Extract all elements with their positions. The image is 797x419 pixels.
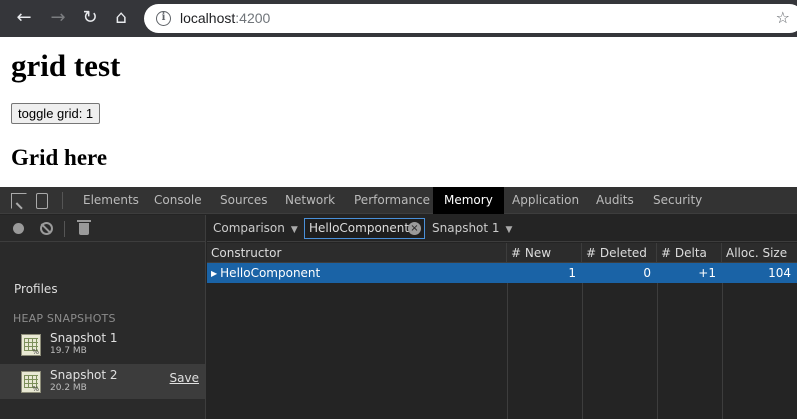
column-divider <box>507 283 508 419</box>
heap-snapshots-header: HEAP SNAPSHOTS <box>13 312 116 325</box>
snapshot-name: Snapshot 2 <box>50 368 118 382</box>
base-snapshot-select[interactable]: Snapshot 1 ▼ <box>432 221 512 235</box>
memory-main-panel: Comparison ▼ HelloComponent × Snapshot 1 ▼… <box>207 215 797 419</box>
snapshot-item-1[interactable]: Snapshot 1 19.7 MB <box>0 327 205 362</box>
tab-network[interactable]: Network <box>274 187 346 214</box>
class-filter-input[interactable]: HelloComponent × <box>304 218 425 239</box>
column-header-delta[interactable]: # Delta <box>657 243 722 263</box>
profiles-toolbar <box>0 215 206 242</box>
new-count-cell: 1 <box>568 266 576 280</box>
column-divider <box>582 283 583 419</box>
toggle-grid-button[interactable]: toggle grid: 1 <box>11 103 101 124</box>
record-icon[interactable] <box>13 223 24 234</box>
snapshot-name: Snapshot 1 <box>50 331 118 345</box>
deleted-count-cell: 0 <box>643 266 651 280</box>
snapshot-size: 19.7 MB <box>50 346 87 356</box>
divider <box>64 221 65 237</box>
clear-icon[interactable] <box>40 222 53 235</box>
snapshot-size: 20.2 MB <box>50 383 87 393</box>
inspect-element-icon[interactable] <box>11 193 27 209</box>
tab-application[interactable]: Application <box>501 187 590 214</box>
browser-toolbar: ← → ↻ ⌂ i localhost:4200 ☆ <box>0 0 797 37</box>
trash-icon[interactable] <box>77 220 91 235</box>
home-icon[interactable]: ⌂ <box>109 6 133 30</box>
snapshot-icon <box>21 334 41 356</box>
tab-performance[interactable]: Performance <box>343 187 441 214</box>
chevron-down-icon: ▼ <box>290 225 298 235</box>
tab-elements[interactable]: Elements <box>72 187 150 214</box>
devtools-panel: Elements Console Sources Network Perform… <box>0 187 797 419</box>
tab-console[interactable]: Console <box>143 187 213 214</box>
grid-header: Constructor # New # Deleted # Delta Allo… <box>207 243 797 263</box>
class-filter-value: HelloComponent <box>309 221 410 235</box>
page-title: grid test <box>11 48 121 83</box>
bookmark-star-icon[interactable]: ☆ <box>776 8 790 27</box>
column-divider <box>722 283 723 419</box>
address-bar[interactable]: i localhost:4200 ☆ <box>144 4 797 33</box>
view-mode-select[interactable]: Comparison ▼ <box>213 221 298 235</box>
delta-cell: +1 <box>698 266 716 280</box>
alloc-size-cell: 104 <box>768 266 791 280</box>
table-row[interactable]: ▶ HelloComponent 1 0 +1 104 <box>207 263 797 283</box>
memory-toolbar: Comparison ▼ HelloComponent × Snapshot 1 ▼ <box>207 215 797 242</box>
expand-triangle-icon[interactable]: ▶ <box>211 264 217 284</box>
column-divider <box>657 283 658 419</box>
chevron-down-icon: ▼ <box>505 225 513 235</box>
url-text: localhost:4200 <box>180 10 271 26</box>
column-header-alloc-size[interactable]: Alloc. Size <box>722 243 797 263</box>
page-subtitle: Grid here <box>11 145 108 170</box>
divider <box>62 192 63 209</box>
page-content: grid test toggle grid: 1 Grid here <box>0 37 797 187</box>
snapshot-icon <box>21 371 41 393</box>
profiles-label: Profiles <box>14 282 58 296</box>
info-icon[interactable]: i <box>156 11 171 26</box>
devtools-tabbar: Elements Console Sources Network Perform… <box>0 187 797 214</box>
clear-filter-icon[interactable]: × <box>408 222 421 235</box>
forward-arrow-icon[interactable]: → <box>46 6 70 30</box>
back-arrow-icon[interactable]: ← <box>12 6 36 30</box>
save-snapshot-link[interactable]: Save <box>170 371 199 385</box>
tab-memory[interactable]: Memory <box>433 187 504 214</box>
device-toolbar-icon[interactable] <box>36 193 48 209</box>
tab-security[interactable]: Security <box>642 187 713 214</box>
tab-sources[interactable]: Sources <box>209 187 278 214</box>
column-header-constructor[interactable]: Constructor <box>207 243 507 263</box>
column-header-new[interactable]: # New <box>507 243 582 263</box>
tab-audits[interactable]: Audits <box>585 187 645 214</box>
snapshot-item-2[interactable]: Snapshot 2 20.2 MB Save <box>0 364 205 399</box>
column-header-deleted[interactable]: # Deleted <box>582 243 657 263</box>
profiles-sidebar: Profiles HEAP SNAPSHOTS Snapshot 1 19.7 … <box>0 215 206 419</box>
reload-icon[interactable]: ↻ <box>78 6 102 30</box>
constructor-cell: ▶ HelloComponent <box>207 263 507 283</box>
